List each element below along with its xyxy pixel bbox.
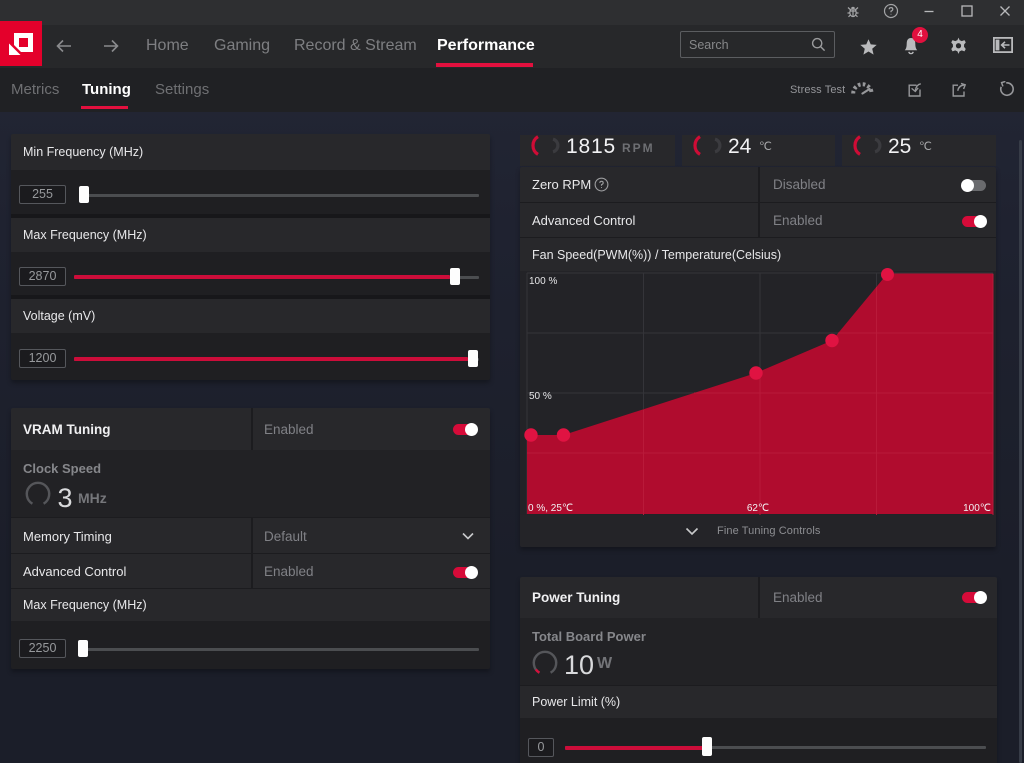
svg-text:100℃: 100℃ [963,503,991,514]
svg-text:0 %, 25℃: 0 %, 25℃ [528,503,573,514]
svg-text:62℃: 62℃ [747,503,769,514]
svg-text:100 %: 100 % [529,276,557,287]
svg-text:50 %: 50 % [529,391,552,402]
